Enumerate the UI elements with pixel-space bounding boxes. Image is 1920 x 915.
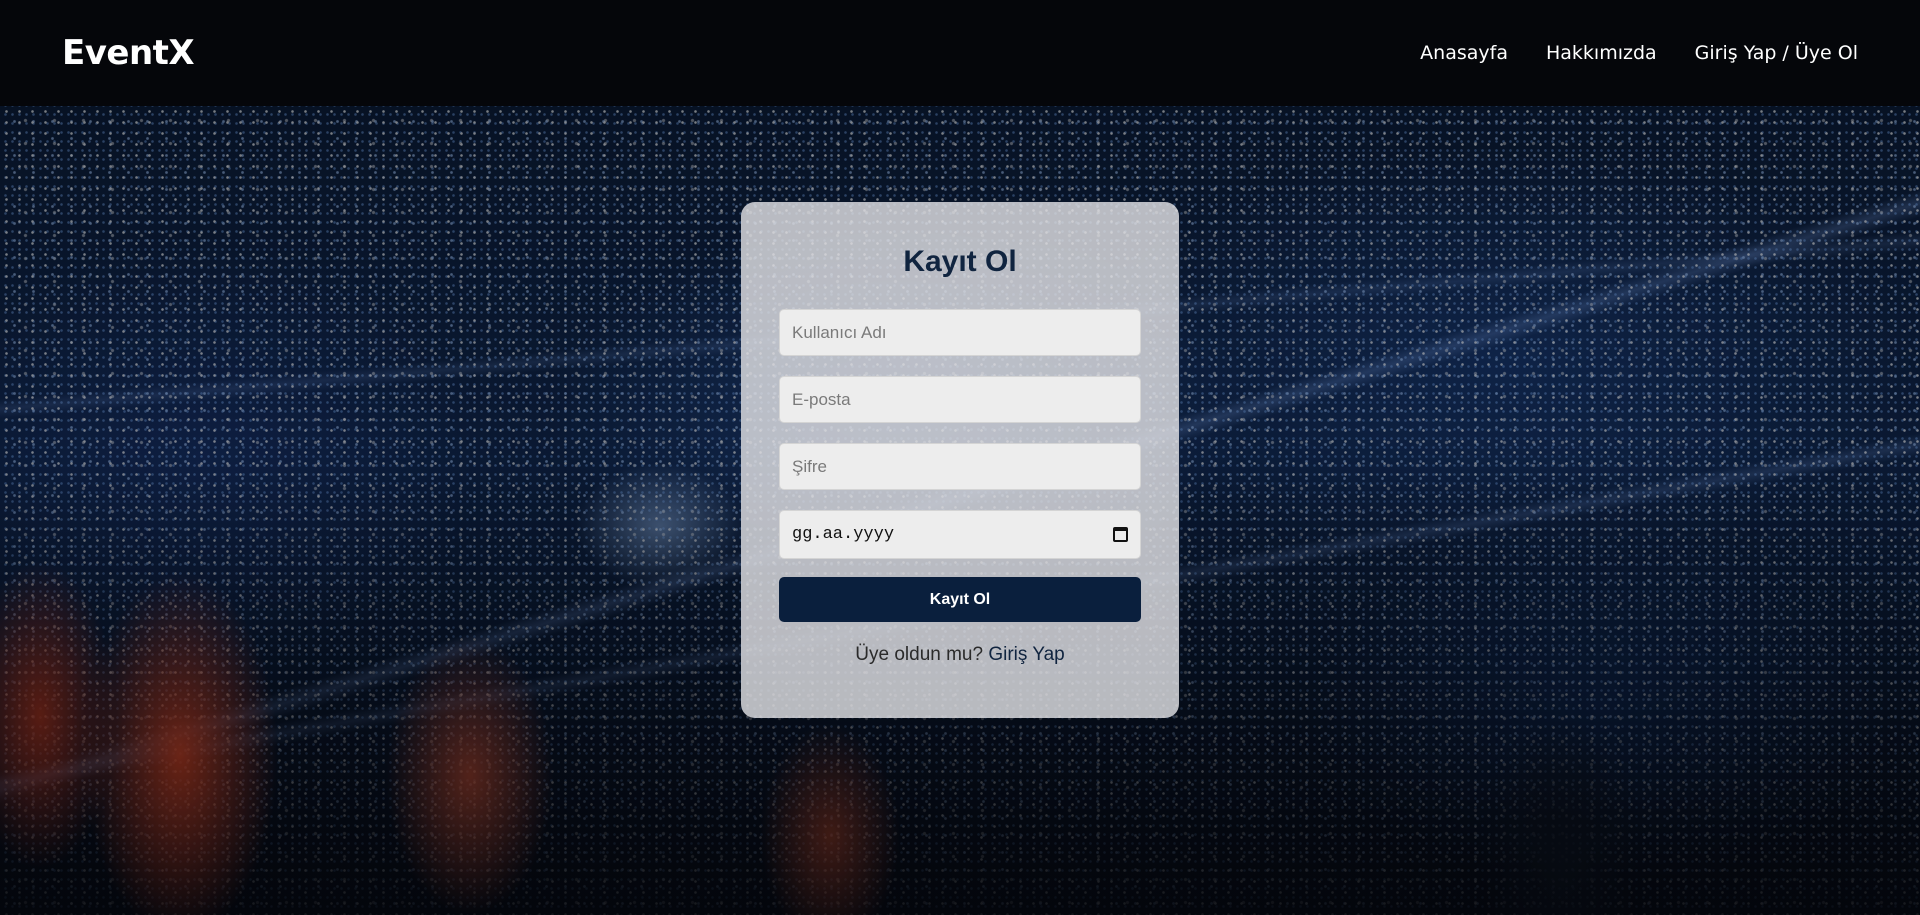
nav-link-login-register[interactable]: Giriş Yap / Üye Ol: [1695, 42, 1858, 64]
register-card: Kayıt Ol gg.aa.yyyy Kayıt Ol Üye oldun m…: [741, 202, 1179, 718]
brand-logo[interactable]: EventX: [62, 33, 195, 73]
username-input[interactable]: [779, 309, 1141, 356]
login-prompt-text: Üye oldun mu?: [855, 644, 984, 665]
nav-links: Anasayfa Hakkımızda Giriş Yap / Üye Ol: [1420, 42, 1858, 64]
nav-link-home[interactable]: Anasayfa: [1420, 42, 1508, 64]
email-input[interactable]: [779, 376, 1141, 423]
navbar: EventX Anasayfa Hakkımızda Giriş Yap / Ü…: [0, 0, 1920, 106]
nav-link-about[interactable]: Hakkımızda: [1546, 42, 1657, 64]
birthdate-placeholder: gg.aa.yyyy: [792, 525, 895, 544]
login-prompt: Üye oldun mu? Giriş Yap: [779, 644, 1141, 666]
birthdate-input[interactable]: gg.aa.yyyy: [779, 510, 1141, 559]
calendar-icon[interactable]: [1113, 527, 1128, 542]
register-title: Kayıt Ol: [903, 245, 1017, 278]
register-button[interactable]: Kayıt Ol: [779, 577, 1141, 622]
password-input[interactable]: [779, 443, 1141, 490]
login-link[interactable]: Giriş Yap: [988, 644, 1064, 665]
